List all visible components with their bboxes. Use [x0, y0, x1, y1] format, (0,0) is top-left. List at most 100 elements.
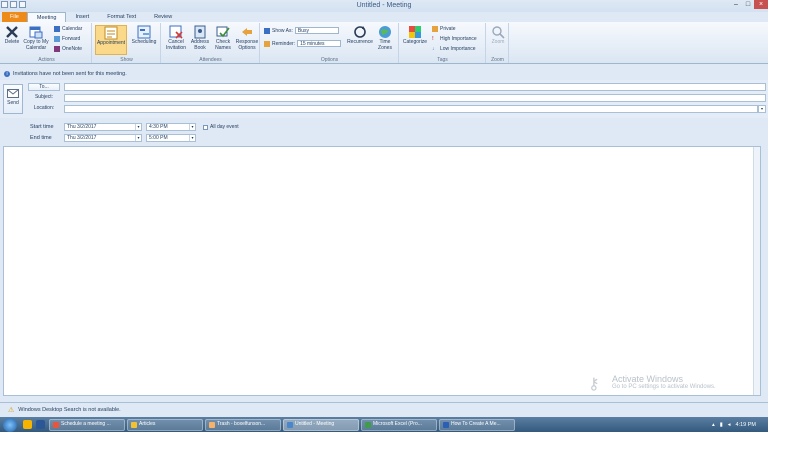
show-as-dropdown[interactable]: Busy [294, 27, 339, 34]
end-date-picker[interactable]: Thu 3/2/2017 ▾ [64, 134, 142, 142]
folder-icon [131, 421, 137, 428]
group-attendees: Cancel Invitation Address Book Check Nam… [162, 23, 260, 63]
check-names-button[interactable]: Check Names [212, 25, 234, 51]
task-1[interactable]: Articles [127, 418, 203, 431]
end-time-dropdown-icon[interactable]: ▾ [189, 135, 195, 141]
end-time-row: End time Thu 3/2/2017 ▾ 5:00 PM ▾ [0, 134, 768, 144]
end-time-picker[interactable]: 5:00 PM ▾ [146, 134, 196, 142]
vertical-scrollbar[interactable] [753, 147, 760, 395]
info-icon: i [4, 71, 10, 77]
calendar-icon [54, 26, 60, 32]
to-field[interactable] [64, 83, 766, 91]
reminder-control: Reminder: 15 minutes [264, 40, 342, 47]
start-date-picker[interactable]: Thu 3/2/2017 ▾ [64, 123, 142, 131]
bell-icon [264, 40, 270, 47]
cancel-invitation-button[interactable]: Cancel Invitation [164, 25, 188, 51]
appointment-button[interactable]: Appointment [95, 25, 127, 55]
task-0[interactable]: Schedule a meeting ... [49, 418, 125, 431]
app-icon [209, 421, 215, 428]
outlook-meeting-window: Untitled - Meeting – □ × File Meeting In… [0, 0, 768, 432]
minimize-icon[interactable]: – [730, 0, 742, 9]
taskbar: Schedule a meeting ... Articles Trash - … [0, 417, 768, 432]
delete-button[interactable]: Delete [3, 25, 21, 46]
task-3[interactable]: Untitled - Meeting [283, 418, 359, 431]
scheduling-icon [137, 25, 151, 39]
low-importance-button[interactable]: ↓ Low Importance [432, 46, 476, 52]
system-tray: ▴ ▮ ◂ 4:19 PM [712, 417, 756, 432]
tray-expand-icon[interactable]: ▴ [712, 422, 715, 428]
calendar-button[interactable]: Calendar [54, 26, 82, 32]
network-icon[interactable]: ▮ [720, 422, 723, 428]
info-message: Invitations have not been sent for this … [13, 71, 127, 77]
check-names-icon [216, 26, 230, 38]
tab-meeting[interactable]: Meeting [26, 12, 67, 22]
appointment-icon [104, 26, 118, 40]
envelope-icon [7, 89, 19, 98]
tab-file[interactable]: File [2, 12, 27, 22]
globe-icon [379, 26, 391, 38]
show-as-control: Show As: Busy [264, 27, 339, 34]
app-icon [53, 421, 59, 428]
checkbox-icon[interactable] [203, 124, 208, 130]
location-dropdown[interactable]: ▾ [758, 105, 766, 113]
scheduling-button[interactable]: Scheduling [129, 25, 159, 46]
clock[interactable]: 4:19 PM [736, 422, 756, 428]
message-body[interactable] [3, 146, 761, 396]
delete-icon [6, 26, 18, 38]
word-icon [443, 421, 449, 428]
private-button[interactable]: Private [432, 26, 456, 32]
maximize-icon[interactable]: □ [742, 0, 754, 9]
cancel-invitation-icon [169, 25, 183, 39]
close-icon[interactable]: × [754, 0, 768, 9]
copy-to-calendar-button[interactable]: Copy to My Calendar [22, 25, 50, 51]
time-zones-button[interactable]: Time Zones [374, 25, 396, 51]
response-options-icon [242, 28, 252, 36]
tab-format-text[interactable]: Format Text [98, 12, 145, 22]
start-time-dropdown-icon[interactable]: ▾ [189, 124, 195, 130]
low-importance-icon: ↓ [432, 46, 435, 52]
start-time-label: Start time [30, 124, 54, 130]
start-date-dropdown-icon[interactable]: ▾ [135, 124, 141, 130]
group-tags: Categorize Private ! High Importance ↓ L… [400, 23, 486, 63]
chrome-icon[interactable] [23, 420, 32, 429]
to-button[interactable]: To... [28, 83, 60, 91]
outlook-icon [287, 421, 293, 428]
end-time-label: End time [30, 135, 52, 141]
onenote-button[interactable]: OneNote [54, 46, 82, 52]
all-day-event-checkbox[interactable]: All day event [203, 124, 239, 130]
reminder-dropdown[interactable]: 15 minutes [297, 40, 342, 47]
tab-review[interactable]: Review [145, 12, 181, 22]
task-5[interactable]: How To Create A Me... [439, 418, 515, 431]
recurrence-icon [354, 26, 366, 38]
forward-button[interactable]: Forward [54, 36, 80, 42]
recurrence-button[interactable]: Recurrence [347, 25, 373, 46]
onenote-icon [54, 46, 60, 52]
calendar-copy-icon [29, 26, 43, 39]
task-2[interactable]: Trash - boxelfunson... [205, 418, 281, 431]
group-actions: Delete Copy to My Calendar Calendar Forw… [2, 23, 92, 63]
powershell-icon[interactable] [36, 420, 45, 429]
end-date-dropdown-icon[interactable]: ▾ [135, 135, 141, 141]
categorize-button[interactable]: Categorize [401, 25, 429, 46]
group-zoom: Zoom Zoom [487, 23, 509, 63]
high-importance-button[interactable]: ! High Importance [432, 36, 477, 42]
start-button[interactable] [3, 417, 17, 432]
location-label: Location: [33, 105, 55, 111]
address-book-button[interactable]: Address Book [189, 25, 211, 51]
location-field[interactable] [64, 105, 758, 113]
window-title: Untitled - Meeting [356, 2, 412, 9]
info-bar: i Invitations have not been sent for thi… [0, 69, 768, 79]
tab-insert[interactable]: Insert [66, 12, 98, 22]
send-button[interactable]: Send [3, 84, 23, 114]
start-time-picker[interactable]: 4:30 PM ▾ [146, 123, 196, 131]
task-4[interactable]: Microsoft Excel (Pro... [361, 418, 437, 431]
magnifier-icon [492, 26, 505, 39]
volume-icon[interactable]: ◂ [728, 422, 731, 428]
zoom-button[interactable]: Zoom [489, 25, 507, 46]
response-options-button[interactable]: Response Options [235, 25, 259, 51]
high-importance-icon: ! [432, 36, 434, 42]
group-show: Appointment Scheduling Show [93, 23, 161, 63]
subject-field[interactable] [64, 94, 766, 102]
ribbon: Delete Copy to My Calendar Calendar Forw… [0, 22, 768, 64]
subject-label: Subject: [34, 94, 54, 100]
